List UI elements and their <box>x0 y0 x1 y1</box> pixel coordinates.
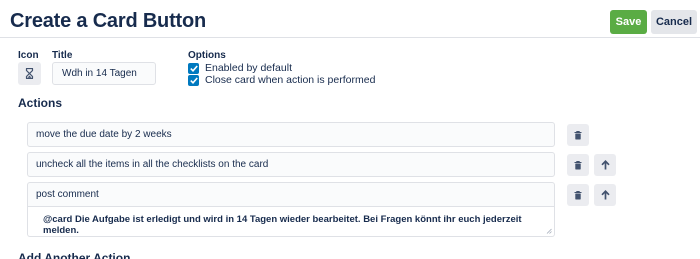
save-button[interactable]: Save <box>610 10 647 34</box>
cancel-button[interactable]: Cancel <box>651 10 697 34</box>
resize-handle-icon[interactable] <box>546 228 552 234</box>
option-enabled-by-default[interactable]: Enabled by default <box>188 62 292 74</box>
action-text: post comment <box>36 189 99 200</box>
actions-heading: Actions <box>18 96 63 110</box>
trash-icon <box>574 130 582 139</box>
comment-textarea[interactable]: @card Die Aufgabe ist erledigt und wird … <box>27 207 555 237</box>
action-text: uncheck all the items in all the checkli… <box>36 159 269 170</box>
trash-icon <box>574 190 582 199</box>
move-up-button[interactable] <box>594 184 616 206</box>
title-label: Title <box>52 50 73 61</box>
delete-action-button[interactable] <box>567 124 589 146</box>
icon-picker-button[interactable] <box>18 62 41 85</box>
header-divider <box>0 37 700 38</box>
action-text: move the due date by 2 weeks <box>36 129 172 140</box>
delete-action-button[interactable] <box>567 184 589 206</box>
delete-action-button[interactable] <box>567 154 589 176</box>
checkbox-checked-icon[interactable] <box>188 74 199 86</box>
checkbox-checked-icon[interactable] <box>188 62 199 74</box>
page-title: Create a Card Button <box>10 10 207 32</box>
arrow-up-icon <box>600 160 610 170</box>
action-item[interactable]: move the due date by 2 weeks <box>27 122 555 147</box>
option-close-card[interactable]: Close card when action is performed <box>188 74 375 86</box>
options-label: Options <box>188 50 226 61</box>
add-another-action-heading: Add Another Action <box>18 251 131 259</box>
title-input[interactable] <box>52 62 156 85</box>
option-label: Enabled by default <box>205 62 292 74</box>
hourglass-icon <box>25 68 34 79</box>
move-up-button[interactable] <box>594 154 616 176</box>
icon-label: Icon <box>18 50 39 61</box>
arrow-up-icon <box>600 190 610 200</box>
comment-text: @card Die Aufgabe ist erledigt und wird … <box>43 214 522 236</box>
action-item[interactable]: uncheck all the items in all the checkli… <box>27 152 555 177</box>
trash-icon <box>574 160 582 169</box>
option-label: Close card when action is performed <box>205 74 376 86</box>
action-item[interactable]: post comment <box>27 182 555 207</box>
